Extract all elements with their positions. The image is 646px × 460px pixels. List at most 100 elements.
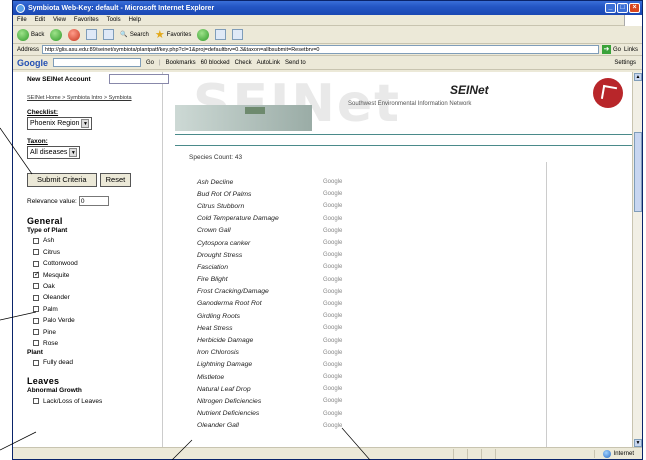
reset-button[interactable]: Reset (99, 173, 132, 187)
species-link[interactable]: Iron Chlorosis (197, 349, 323, 356)
google-link[interactable]: Google (323, 338, 342, 344)
bookmarks-button[interactable]: Bookmarks (166, 60, 196, 66)
menu-view[interactable]: View (53, 17, 66, 23)
google-link[interactable]: Google (323, 423, 342, 429)
species-link[interactable]: Oleander Gall (197, 422, 323, 429)
checkbox[interactable] (33, 398, 39, 405)
scroll-thumb[interactable] (634, 132, 642, 212)
checkbox-fully-dead[interactable]: Fully dead (33, 358, 162, 367)
checkbox-pine[interactable]: Pine (33, 328, 162, 337)
google-link[interactable]: Google (323, 179, 342, 185)
popup-blocked-button[interactable]: 60 blocked (201, 60, 230, 66)
google-link[interactable]: Google (323, 386, 342, 392)
checkbox[interactable] (33, 340, 39, 347)
menu-favorites[interactable]: Favorites (74, 17, 99, 23)
checkbox-palo-verde[interactable]: Palo Verde (33, 316, 162, 325)
species-link[interactable]: Drought Stress (197, 252, 323, 259)
checkbox-palm[interactable]: Palm (33, 305, 162, 314)
checkbox-citrus[interactable]: Citrus (33, 248, 162, 257)
google-link[interactable]: Google (323, 289, 342, 295)
checkbox[interactable] (33, 359, 39, 366)
back-button[interactable]: Back (17, 28, 44, 41)
google-go-button[interactable]: Go (146, 60, 154, 66)
google-link[interactable]: Google (323, 350, 342, 356)
species-link[interactable]: Herbicide Damage (197, 337, 323, 344)
checkbox[interactable] (33, 249, 39, 256)
home-button[interactable] (103, 29, 115, 40)
links-button[interactable]: Links (624, 47, 638, 53)
breadcrumb[interactable]: SEINet Home > Symbiota Intro > Symbiota (27, 95, 162, 101)
send-to-button[interactable]: Send to (285, 60, 306, 66)
checkbox[interactable] (33, 329, 39, 336)
checkbox[interactable] (33, 317, 39, 324)
checkbox[interactable] (33, 283, 39, 290)
google-link[interactable]: Google (323, 277, 342, 283)
checkbox[interactable] (33, 294, 39, 301)
stop-button[interactable] (68, 28, 81, 41)
google-link[interactable]: Google (323, 191, 342, 197)
google-link[interactable]: Google (323, 398, 342, 404)
species-link[interactable]: Girdling Roots (197, 313, 323, 320)
submit-criteria-button[interactable]: Submit Criteria (27, 173, 97, 187)
checkbox-oleander[interactable]: Oleander (33, 293, 162, 302)
seinet-logo-icon[interactable] (593, 78, 623, 108)
species-link[interactable]: Citrus Stubborn (197, 203, 323, 210)
species-link[interactable]: Nutrient Deficiencies (197, 410, 323, 417)
species-link[interactable]: Nitrogen Deficiencies (197, 398, 323, 405)
google-link[interactable]: Google (323, 264, 342, 270)
checkbox-oak[interactable]: Oak (33, 282, 162, 291)
species-link[interactable]: Heat Stress (197, 325, 323, 332)
species-link[interactable]: Fire Blight (197, 276, 323, 283)
taxon-select[interactable]: All diseases ▼ (27, 146, 81, 159)
checkbox-mesquite[interactable]: Mesquite (33, 270, 162, 280)
species-link[interactable]: Fasciation (197, 264, 323, 271)
minimize-button[interactable]: _ (605, 3, 616, 13)
species-link[interactable]: Crown Gall (197, 227, 323, 234)
checkbox-ash[interactable]: Ash (33, 236, 162, 245)
google-link[interactable]: Google (323, 228, 342, 234)
checklist-select[interactable]: Phoenix Region ▼ (27, 117, 93, 130)
google-logo[interactable]: Google (17, 58, 48, 68)
checkbox-lack-loss[interactable]: Lack/Loss of Leaves (33, 397, 162, 406)
checkbox[interactable] (33, 260, 39, 267)
google-link[interactable]: Google (323, 325, 342, 331)
close-button[interactable]: × (629, 3, 640, 13)
login-input[interactable] (109, 74, 169, 84)
species-link[interactable]: Ganoderma Root Rot (197, 300, 323, 307)
species-link[interactable]: Natural Leaf Drop (197, 386, 323, 393)
vertical-scrollbar[interactable]: ▲ ▼ (632, 72, 642, 448)
checkbox[interactable] (33, 237, 39, 244)
google-link[interactable]: Google (323, 216, 342, 222)
menu-tools[interactable]: Tools (107, 17, 121, 23)
checkbox[interactable] (33, 270, 40, 279)
favorites-button[interactable]: ★ Favorites (155, 28, 192, 41)
menu-file[interactable]: File (17, 17, 27, 23)
checkbox[interactable] (33, 306, 39, 313)
google-link[interactable]: Google (323, 301, 342, 307)
species-link[interactable]: Lightning Damage (197, 361, 323, 368)
address-input[interactable]: http://glis.asu.edu:89/seinet/symbiota/p… (42, 45, 599, 54)
autolink-button[interactable]: AutoLink (257, 60, 280, 66)
checkbox-cottonwood[interactable]: Cottonwood (33, 259, 162, 268)
google-link[interactable]: Google (323, 362, 342, 368)
google-link[interactable]: Google (323, 374, 342, 380)
species-link[interactable]: Mistletoe (197, 374, 323, 381)
checkbox-rose[interactable]: Rose (33, 339, 162, 348)
google-link[interactable]: Google (323, 240, 342, 246)
google-search-input[interactable] (53, 58, 141, 67)
forward-button[interactable] (50, 28, 63, 41)
search-button[interactable]: 🔍 Search (120, 31, 149, 39)
scroll-up-icon[interactable]: ▲ (634, 73, 642, 81)
history-button[interactable] (197, 28, 210, 41)
refresh-button[interactable] (86, 29, 98, 40)
google-link[interactable]: Google (323, 313, 342, 319)
species-link[interactable]: Cytospora canker (197, 240, 323, 247)
species-link[interactable]: Ash Decline (197, 179, 323, 186)
google-link[interactable]: Google (323, 411, 342, 417)
check-button[interactable]: Check (235, 60, 252, 66)
menu-edit[interactable]: Edit (35, 17, 45, 23)
species-link[interactable]: Bud Rot Of Palms (197, 191, 323, 198)
google-link[interactable]: Google (323, 203, 342, 209)
scroll-down-icon[interactable]: ▼ (634, 439, 642, 447)
go-button[interactable]: ➜ Go (601, 45, 621, 54)
